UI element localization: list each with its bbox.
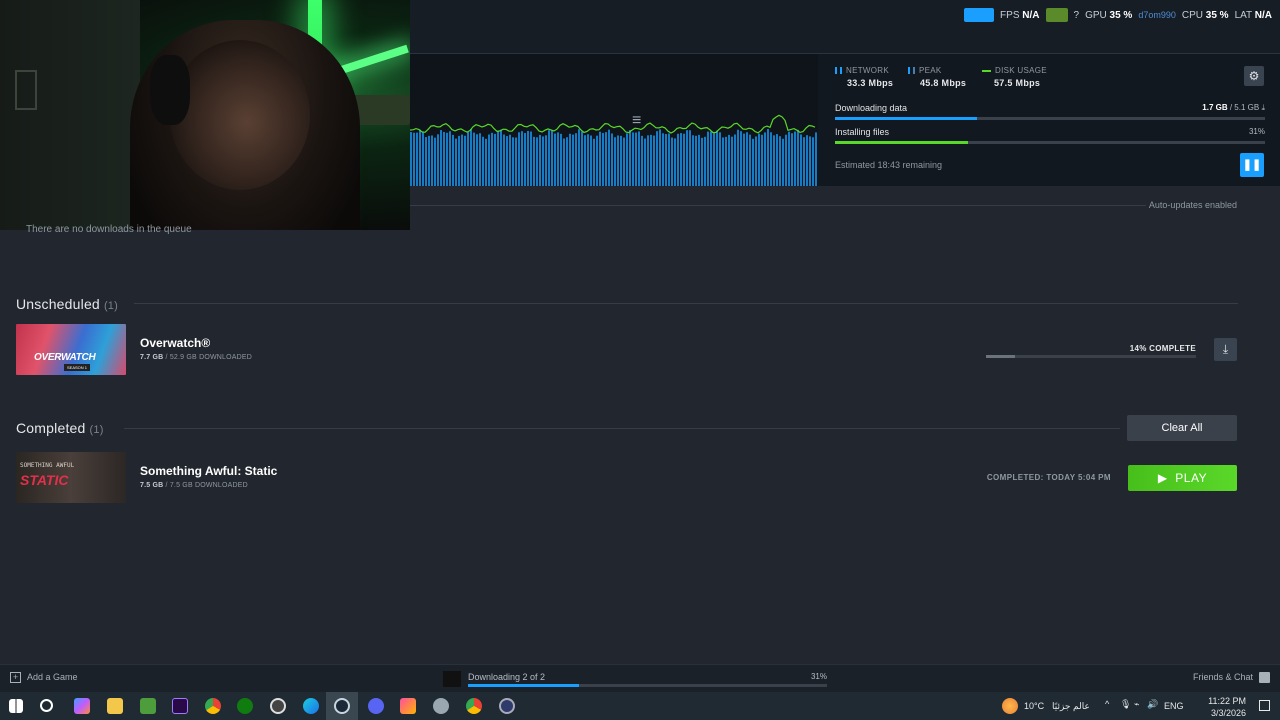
discord-icon[interactable] [368,698,384,714]
overlay-speaker-icon[interactable] [964,8,995,22]
clock-time[interactable]: 11:22 PM [1208,696,1246,706]
language-indicator[interactable]: ENG [1164,701,1184,711]
chrome-alt-icon[interactable] [466,698,482,714]
game-thumbnail[interactable]: OVERWATCH SEASON 1 [16,324,126,375]
peak-stat: PEAK 45.8 Mbps [908,66,966,88]
disk-marker-icon [982,69,991,72]
download-stats: NETWORK 33.3 Mbps PEAK 45.8 Mbps DISK US… [818,54,1280,186]
after-effects-icon[interactable] [172,698,188,714]
microphone-icon[interactable]: 🎙 [1120,699,1131,710]
play-button[interactable]: ▶ PLAY [1128,465,1237,491]
installing-label: Installing files [835,127,890,137]
weather-icon[interactable] [1002,698,1018,714]
unscheduled-rule [134,303,1238,304]
steam-icon[interactable] [334,698,350,714]
overwatch-progress-bar [986,355,1196,358]
installing-progress-bar [835,141,1265,144]
windows-start-icon[interactable] [9,699,23,713]
network-marker-icon [835,67,842,75]
game-thumbnail[interactable]: SOMETHING AWFUL STATIC [16,452,126,503]
webcam-overlay [0,0,410,230]
steam-bottom-bar: + Add a Game Downloading 2 of 2 31% Frien… [0,664,1280,692]
gpu-stat: GPU 35 % [1085,9,1133,21]
file-explorer-icon[interactable] [107,698,123,714]
photos-icon[interactable] [400,698,416,714]
xbox-icon[interactable] [237,698,253,714]
pause-button[interactable]: ❚❚ [1240,153,1264,177]
clear-all-button[interactable]: Clear All [1127,415,1237,441]
pause-icon: ❚❚ [1242,159,1262,171]
completed-heading: Completed (1) [16,420,104,436]
help-icon[interactable]: ? [1074,10,1080,21]
unscheduled-heading: Unscheduled (1) [16,296,118,312]
completed-rule [124,428,1120,429]
chrome-icon[interactable] [205,698,221,714]
game-row-overwatch[interactable]: OVERWATCH SEASON 1 Overwatch® 7.7 GB / 5… [16,324,1238,376]
network-icon[interactable]: ⌁ [1134,699,1139,710]
queue-divider [410,205,1146,206]
weather-text[interactable]: عالم جزئيًا [1052,701,1090,712]
lat-stat: LAT N/A [1234,9,1272,21]
eta-text: Estimated 18:43 remaining [835,160,943,170]
performance-overlay: FPS N/A ? GPU 35 % d7om990 CPU 35 % LAT … [964,8,1272,22]
tray-chevron-icon[interactable]: ^ [1105,699,1109,709]
download-panel: ≡ NETWORK 33.3 Mbps PEAK 45.8 Mbps DISK … [410,54,1280,186]
cpu-stat: CPU 35 % [1181,9,1229,21]
weather-temp[interactable]: 10°C [1024,701,1044,711]
download-settings-button[interactable]: ⚙ [1244,66,1264,86]
download-arrow-icon: ⤓ [1261,103,1265,112]
minecraft-icon[interactable] [140,698,156,714]
volume-icon[interactable]: 🔊 [1147,699,1158,710]
disk-stat: DISK USAGE 57.5 Mbps [982,66,1047,88]
peak-marker-icon [908,67,915,75]
add-game-button[interactable]: + Add a Game [10,672,78,683]
copilot-icon[interactable] [74,698,90,714]
downloading-label: Downloading data [835,103,908,113]
search-icon[interactable] [40,699,53,712]
overlay-bell-icon[interactable] [1045,8,1068,22]
windows-taskbar: 10°C عالم جزئيًا ^ 🎙 ⌁ 🔊 ENG 11:22 PM 3/… [0,692,1280,720]
auto-updates-label[interactable]: Auto-updates enabled [1149,200,1237,210]
network-stat: NETWORK 33.3 Mbps [835,66,893,88]
edge-icon[interactable] [303,698,319,714]
system-tray: 10°C عالم جزئيًا ^ 🎙 ⌁ 🔊 ENG 11:22 PM 3/… [992,692,1272,720]
game-size: 7.5 GB / 7.5 GB DOWNLOADED [140,482,248,489]
queue-empty-text: There are no downloads in the queue [26,224,192,235]
completed-time: COMPLETED: TODAY 5:04 PM [986,473,1111,482]
overwatch-download-button[interactable]: ⤓ [1214,338,1237,361]
chat-icon [1259,672,1270,684]
download-graph [410,114,817,186]
plus-icon: + [10,672,21,683]
fps-stat: FPS N/A [1000,9,1040,21]
download-status[interactable]: Downloading 2 of 2 31% [443,669,829,689]
app-2-icon[interactable] [499,698,515,714]
download-amount: 1.7 GB / 5.1 GB ⤓ [1202,103,1265,112]
install-percent: 31% [1248,127,1265,136]
notifications-icon[interactable] [1259,700,1270,711]
installing-row: Installing files 31% [835,127,1265,144]
obs-icon[interactable] [270,698,286,714]
game-title[interactable]: Overwatch® [140,336,210,350]
download-status-thumbnail [443,671,461,687]
overwatch-progress-label: 14% COMPLETE [1129,344,1196,353]
play-icon: ▶ [1157,471,1168,485]
download-icon: ⤓ [1222,342,1229,356]
app-icon[interactable] [433,698,449,714]
clock-date[interactable]: 3/3/2026 [1211,708,1246,718]
friends-chat-button[interactable]: Friends & Chat [1193,672,1270,684]
menu-icon[interactable]: ≡ [632,113,641,129]
gear-icon: ⚙ [1248,69,1260,83]
game-title[interactable]: Something Awful: Static [140,464,277,478]
downloading-progress-bar [835,117,1265,120]
downloading-row: Downloading data 1.7 GB / 5.1 GB ⤓ [835,103,1265,120]
overlay-user[interactable]: d7om990 [1138,10,1176,20]
game-size: 7.7 GB / 52.9 GB DOWNLOADED [140,354,253,361]
